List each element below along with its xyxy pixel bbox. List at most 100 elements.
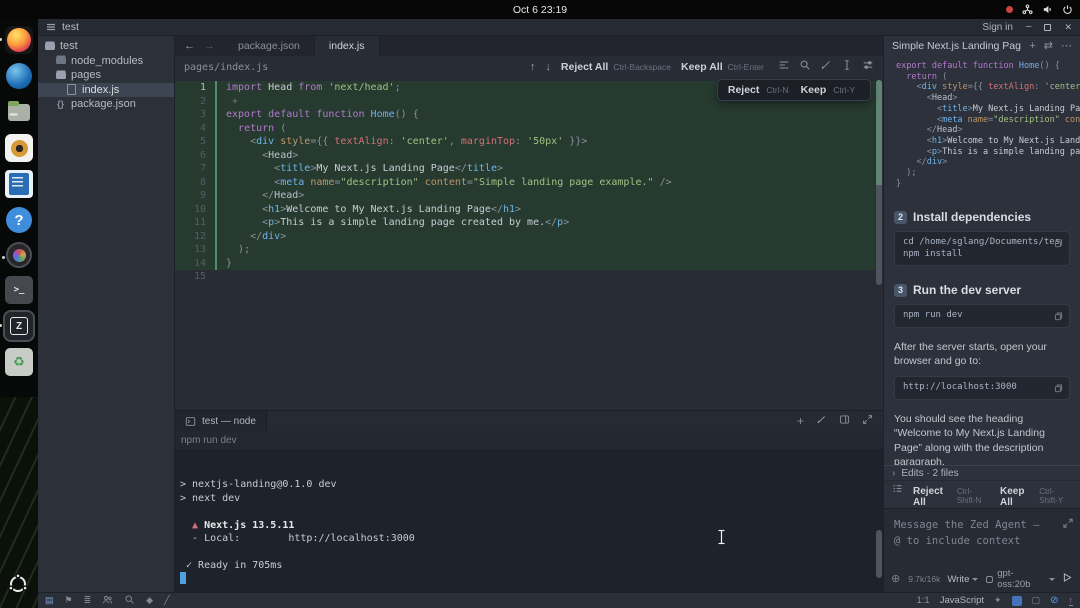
tree-item-pages[interactable]: pages bbox=[38, 68, 174, 83]
hunk-reject-button[interactable]: Reject bbox=[728, 84, 760, 96]
code-line[interactable]: 13 ); bbox=[175, 243, 875, 257]
edit-prediction-icon[interactable]: ✦ bbox=[994, 596, 1002, 605]
code-lines: 1import Head from 'next/head';2 +3export… bbox=[175, 81, 875, 284]
copilot-icon[interactable]: ⊘ bbox=[1050, 596, 1058, 606]
prev-hunk-icon[interactable]: ↑ bbox=[530, 61, 536, 73]
code-line[interactable]: 10 <h1>Welcome to My Next.js Landing Pag… bbox=[175, 203, 875, 217]
tree-item-package.json[interactable]: {}package.json bbox=[38, 97, 174, 112]
tab-package.json[interactable]: package.json bbox=[224, 36, 315, 56]
text-cursor-icon[interactable] bbox=[841, 58, 853, 76]
distro-logo-icon[interactable] bbox=[7, 573, 29, 600]
terminal-lines: > nextjs-landing@0.1.0 dev> next dev ▲ N… bbox=[180, 465, 883, 586]
thunderbird-icon[interactable] bbox=[5, 62, 33, 90]
sign-in-button[interactable]: Sign in bbox=[982, 22, 1013, 33]
hunk-keep-button[interactable]: Keep bbox=[801, 84, 827, 96]
next-hunk-icon[interactable]: ↓ bbox=[545, 61, 551, 73]
tab-index.js[interactable]: index.js bbox=[315, 36, 380, 56]
restore-button[interactable] bbox=[1044, 24, 1051, 31]
send-icon[interactable] bbox=[1062, 570, 1073, 588]
model-selector[interactable]: gpt-oss:20b bbox=[985, 568, 1055, 590]
code-line[interactable]: 8 <meta name="description" content="Simp… bbox=[175, 176, 875, 190]
terminal-output[interactable]: > nextjs-landing@0.1.0 dev> next dev ▲ N… bbox=[175, 451, 883, 592]
reject-all-button[interactable]: Reject All Ctrl-Backspace bbox=[561, 61, 671, 73]
flag-icon[interactable]: ⚑ bbox=[65, 596, 73, 605]
agent-keep-all-button[interactable]: Keep All bbox=[1000, 486, 1033, 508]
trash-icon[interactable] bbox=[5, 348, 33, 376]
terminal-icon[interactable] bbox=[5, 276, 33, 304]
firefox-icon[interactable] bbox=[5, 26, 33, 54]
copy-icon[interactable] bbox=[1053, 381, 1064, 399]
split-pane-icon[interactable] bbox=[839, 412, 850, 430]
code-line[interactable]: 7 <title>My Next.js Landing Page</title> bbox=[175, 162, 875, 176]
code-line[interactable]: 4 return ( bbox=[175, 122, 875, 136]
expand-composer-icon[interactable] bbox=[1063, 515, 1073, 533]
screenshot-icon[interactable] bbox=[6, 242, 32, 268]
review-list-icon[interactable] bbox=[892, 481, 903, 499]
collab-panel-icon[interactable] bbox=[102, 592, 113, 608]
inline-assist-icon[interactable] bbox=[820, 58, 832, 76]
project-panel-toggle-icon[interactable]: ▤ bbox=[45, 596, 54, 605]
nav-back-icon[interactable]: ← bbox=[184, 40, 195, 52]
code-line[interactable]: 9 </Head> bbox=[175, 189, 875, 203]
outline-panel-icon[interactable]: ≣ bbox=[84, 596, 92, 605]
clock[interactable]: Oct 6 23:19 bbox=[513, 4, 567, 16]
copy-icon[interactable] bbox=[1053, 236, 1064, 254]
terminal-scrollbar[interactable] bbox=[876, 530, 882, 578]
inline-assist-terminal-icon[interactable] bbox=[816, 412, 827, 430]
panel-menu-icon[interactable]: ⋯ bbox=[1061, 41, 1072, 52]
terminal-tab[interactable]: test — node bbox=[175, 411, 267, 431]
maximize-terminal-icon[interactable] bbox=[862, 412, 873, 430]
search-panel-icon[interactable] bbox=[124, 592, 135, 608]
diagnostics-icon[interactable]: ╱ bbox=[164, 596, 169, 605]
app-menu-icon[interactable] bbox=[46, 22, 56, 32]
agent-reject-all-button[interactable]: Reject All bbox=[913, 486, 951, 508]
review-changes-icon[interactable] bbox=[778, 58, 790, 76]
zed-icon[interactable] bbox=[5, 312, 33, 340]
code-line[interactable]: 5 <div style={{ textAlign: 'center', mar… bbox=[175, 135, 875, 149]
writer-icon[interactable] bbox=[5, 170, 33, 198]
preview-line: </Head> bbox=[896, 125, 1080, 136]
language-selector[interactable]: JavaScript bbox=[940, 595, 984, 606]
update-icon[interactable]: ↑ bbox=[1069, 596, 1074, 606]
editor-scrollbar[interactable] bbox=[876, 80, 882, 285]
files-icon[interactable] bbox=[5, 98, 33, 126]
code-line[interactable]: 15 bbox=[175, 270, 875, 284]
message-composer[interactable]: Message the Zed Agent — @ to include con… bbox=[884, 508, 1080, 592]
tree-item-index.js[interactable]: index.js bbox=[38, 83, 174, 98]
assistant-panel-icon[interactable]: ◆ bbox=[146, 596, 153, 605]
edits-summary-bar[interactable]: › Edits · 2 files bbox=[884, 465, 1080, 480]
breadcrumb[interactable]: pages/index.js bbox=[184, 62, 268, 73]
composer-options-icon[interactable]: ⊕ bbox=[891, 574, 900, 585]
terminal-line bbox=[180, 505, 883, 518]
code-line[interactable]: 14} bbox=[175, 257, 875, 271]
close-button[interactable]: ✕ bbox=[1064, 22, 1072, 33]
nav-forward-icon[interactable]: → bbox=[204, 40, 215, 52]
search-icon[interactable] bbox=[799, 58, 811, 76]
mode-selector[interactable]: Write bbox=[947, 574, 978, 585]
step-number: 2 bbox=[894, 211, 907, 224]
agent-thread[interactable]: export default function Home() { return … bbox=[884, 56, 1080, 465]
thread-title[interactable]: Simple Next.js Landing Page Example bbox=[892, 40, 1021, 52]
system-tray[interactable] bbox=[1006, 0, 1073, 19]
docs-icon[interactable]: ▢ bbox=[1032, 595, 1041, 606]
keep-all-button[interactable]: Keep All Ctrl-Enter bbox=[681, 61, 764, 73]
tree-item-test[interactable]: test bbox=[38, 39, 174, 54]
cursor-position[interactable]: 1:1 bbox=[916, 595, 929, 606]
preview-line: <h1>Welcome to My Next.js Landing Page</… bbox=[896, 136, 1080, 147]
thread-history-icon[interactable]: ⇄ bbox=[1044, 41, 1053, 52]
project-title[interactable]: test bbox=[62, 21, 79, 33]
copy-icon[interactable] bbox=[1053, 309, 1064, 327]
help-icon[interactable] bbox=[5, 206, 33, 234]
code-line[interactable]: 6 <Head> bbox=[175, 149, 875, 163]
code-line[interactable]: 11 <p>This is a simple landing page crea… bbox=[175, 216, 875, 230]
new-thread-icon[interactable]: + bbox=[1029, 41, 1035, 52]
minimize-button[interactable]: – bbox=[1026, 22, 1032, 32]
new-terminal-icon[interactable]: + bbox=[797, 414, 804, 428]
editor-settings-icon[interactable] bbox=[862, 58, 874, 76]
code-line[interactable]: 12 </div> bbox=[175, 230, 875, 244]
rhythmbox-icon[interactable] bbox=[5, 134, 33, 162]
code-line[interactable]: 3export default function Home() { bbox=[175, 108, 875, 122]
terminal-toggle-icon[interactable] bbox=[1012, 596, 1022, 606]
tree-item-node_modules[interactable]: node_modules bbox=[38, 54, 174, 69]
code-editor[interactable]: 1import Head from 'next/head';2 +3export… bbox=[175, 78, 883, 410]
